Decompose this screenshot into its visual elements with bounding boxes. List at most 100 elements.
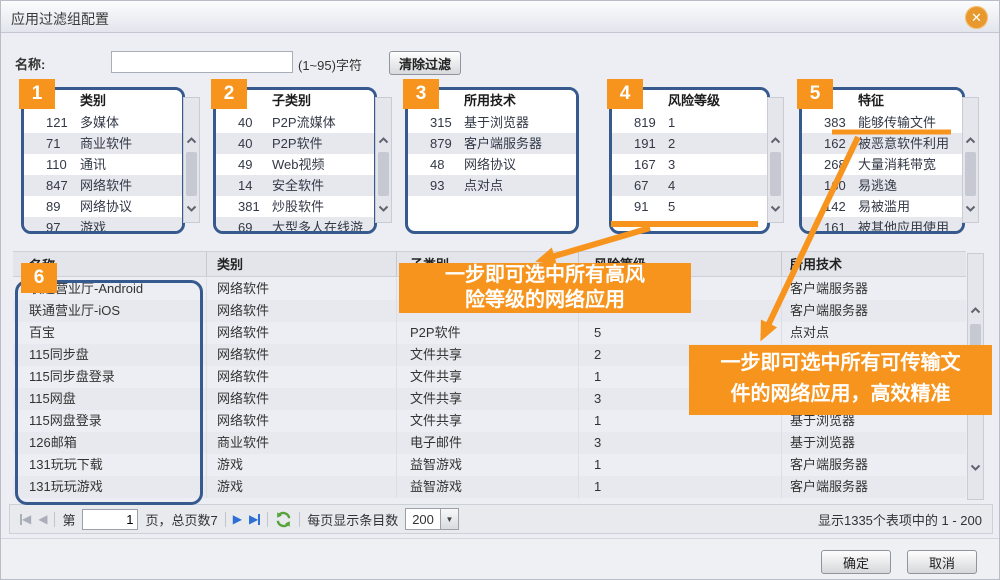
callout-high-risk: 一步即可选中所有高风 险等级的网络应用 — [399, 263, 691, 313]
chevron-up-icon[interactable] — [963, 132, 978, 148]
first-page-button[interactable]: ◀ — [20, 512, 31, 526]
item-count: 89 — [24, 196, 80, 217]
per-page-value: 200 — [406, 512, 440, 527]
chevron-down-icon[interactable] — [184, 200, 199, 216]
scrollbar-thumb[interactable] — [186, 152, 197, 196]
annotation-badge-6: 6 — [21, 263, 57, 293]
scrollbar-thumb[interactable] — [378, 152, 389, 196]
column-header: 类别 — [206, 252, 396, 277]
item-count: 121 — [24, 112, 80, 133]
panel-list-item[interactable]: 40P2P软件 — [216, 133, 374, 154]
table-cell: 客户端服务器 — [781, 300, 966, 322]
chevron-down-icon[interactable] — [968, 459, 983, 475]
item-label: 能够传输文件 — [858, 112, 962, 133]
item-label: 被恶意软件利用 — [858, 133, 962, 154]
scrollbar-thumb[interactable] — [965, 152, 976, 196]
panel-list-item[interactable]: 1912 — [612, 133, 767, 154]
close-icon[interactable]: ✕ — [965, 6, 988, 29]
chevron-up-icon[interactable] — [184, 132, 199, 148]
name-input[interactable] — [111, 51, 293, 73]
clear-filter-button[interactable]: 清除过滤 — [389, 51, 461, 75]
item-label: 游戏 — [80, 217, 182, 234]
panel-list-item[interactable]: 8191 — [612, 112, 767, 133]
callout-line: 一步即可选中所有可传输文 — [689, 348, 992, 379]
last-page-bar-icon — [258, 514, 260, 525]
table-cell: 电子邮件 — [396, 432, 578, 454]
item-label: 大型多人在线游戏 — [272, 217, 374, 234]
table-cell: 文件共享 — [396, 366, 578, 388]
panel-list-item[interactable]: 1673 — [612, 154, 767, 175]
panel-list-item[interactable]: 48网络协议 — [408, 154, 576, 175]
cancel-button[interactable]: 取消 — [907, 550, 977, 574]
item-label: 1 — [668, 112, 767, 133]
page-prefix-label: 第 — [62, 510, 75, 529]
panel-list-item[interactable]: 14安全软件 — [216, 175, 374, 196]
chevron-up-icon[interactable] — [768, 132, 783, 148]
chevron-down-icon[interactable] — [963, 200, 978, 216]
per-page-select[interactable]: 200 ▼ — [405, 508, 459, 530]
panel-scrollbar[interactable] — [375, 97, 392, 223]
app-filter-group-dialog: 应用过滤组配置 ✕ 名称: (1~95)字符 清除过滤 1类别121多媒体71商… — [0, 0, 1000, 580]
table-cell: 网络软件 — [206, 278, 396, 300]
item-label: P2P软件 — [272, 133, 374, 154]
item-count: 97 — [24, 217, 80, 234]
panel-list-item[interactable]: 110通讯 — [24, 154, 182, 175]
filter-panel-4: 风险等级819119121673674915 — [609, 87, 770, 234]
refresh-button[interactable] — [275, 511, 292, 528]
chevron-down-icon[interactable] — [376, 200, 391, 216]
scrollbar-thumb[interactable] — [770, 152, 781, 196]
panel-list-item[interactable]: 847网络软件 — [24, 175, 182, 196]
panel-list-item[interactable]: 49Web视频 — [216, 154, 374, 175]
panel-list-item[interactable]: 315基于浏览器 — [408, 112, 576, 133]
panel-list-item[interactable]: 89网络协议 — [24, 196, 182, 217]
table-cell: 网络软件 — [206, 344, 396, 366]
panel-list-item[interactable]: 69大型多人在线游戏 — [216, 217, 374, 234]
panel-list-item[interactable]: 71商业软件 — [24, 133, 182, 154]
prev-page-button[interactable]: ◀ — [38, 512, 47, 526]
table-cell: 网络软件 — [206, 410, 396, 432]
chevron-up-icon[interactable] — [376, 132, 391, 148]
table-cell: 5 — [578, 322, 781, 344]
panel-list-item[interactable]: 97游戏 — [24, 217, 182, 234]
next-page-icon: ▶ — [233, 512, 242, 526]
panel-list-item[interactable]: 40P2P流媒体 — [216, 112, 374, 133]
table-cell: 客户端服务器 — [781, 278, 966, 300]
panel-list-item[interactable]: 142易被滥用 — [802, 196, 962, 217]
annotation-selection-box — [15, 280, 203, 505]
panel-list-item[interactable]: 160易逃逸 — [802, 175, 962, 196]
last-page-button[interactable]: ▶ — [249, 512, 260, 526]
page-number-input[interactable] — [82, 509, 138, 530]
chevron-down-icon[interactable] — [768, 200, 783, 216]
panel-list-item[interactable]: 915 — [612, 196, 767, 217]
panel-scrollbar[interactable] — [962, 97, 979, 223]
item-count: 162 — [802, 133, 858, 154]
panel-list-item[interactable]: 383能够传输文件 — [802, 112, 962, 133]
panel-scrollbar[interactable] — [183, 97, 200, 223]
chevron-down-icon: ▼ — [440, 509, 458, 529]
panel-list-item[interactable]: 161被其他应用使用 — [802, 217, 962, 234]
item-count: 110 — [24, 154, 80, 175]
chevron-up-icon[interactable] — [968, 302, 983, 318]
panel-scrollbar[interactable] — [767, 97, 784, 223]
next-page-button[interactable]: ▶ — [233, 512, 242, 526]
panel-list-item[interactable]: 121多媒体 — [24, 112, 182, 133]
item-count: 93 — [408, 175, 464, 196]
table-cell: 1 — [578, 476, 781, 498]
table-cell: 网络软件 — [206, 388, 396, 410]
panel-list-item[interactable]: 381炒股软件 — [216, 196, 374, 217]
panel-list-item[interactable]: 93点对点 — [408, 175, 576, 196]
filter-panel-1: 类别121多媒体71商业软件110通讯847网络软件89网络协议97游戏 — [21, 87, 185, 234]
panel-list-item[interactable]: 879客户端服务器 — [408, 133, 576, 154]
table-cell: 文件共享 — [396, 388, 578, 410]
item-label: 网络协议 — [80, 196, 182, 217]
ok-button[interactable]: 确定 — [821, 550, 891, 574]
panel-list-item[interactable]: 162被恶意软件利用 — [802, 133, 962, 154]
dialog-footer: 确定 取消 — [1, 538, 999, 580]
panel-list-item[interactable]: 268大量消耗带宽 — [802, 154, 962, 175]
panel-list-item[interactable]: 674 — [612, 175, 767, 196]
separator — [299, 512, 300, 527]
separator — [267, 512, 268, 527]
annotation-badge-5: 5 — [797, 79, 833, 109]
item-count: 160 — [802, 175, 858, 196]
filter-panel-2: 子类别40P2P流媒体40P2P软件49Web视频14安全软件381炒股软件69… — [213, 87, 377, 234]
